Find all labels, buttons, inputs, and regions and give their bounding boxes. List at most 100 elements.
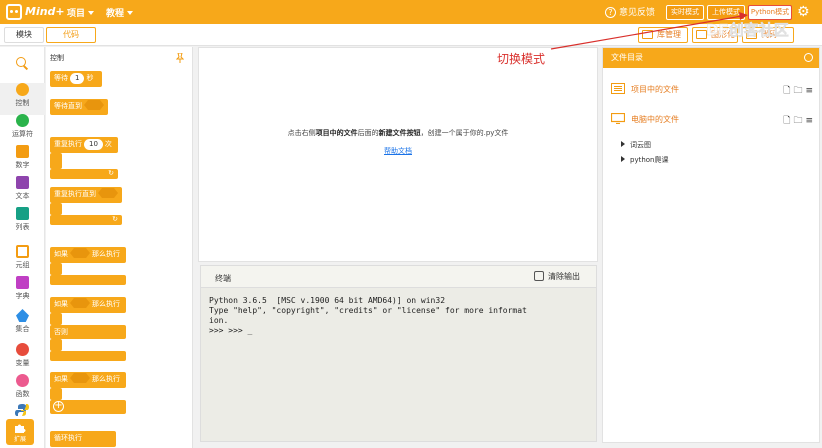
terminal-output[interactable]: Python 3.6.5 [MSC v.1900 64 bit AMD64)] … — [209, 296, 589, 336]
broom-icon — [534, 271, 544, 281]
library-manager-label: 库管理 — [657, 30, 681, 39]
block-forever[interactable]: 循环执行 — [50, 431, 116, 447]
block-if-else-foot — [50, 351, 126, 361]
code-editor[interactable]: 点击右侧项目中的文件后面的新建文件按钮，创建一个属于你的.py文件 帮助文档 — [198, 47, 598, 262]
operators-category-icon — [16, 114, 29, 127]
hint-text: 点击右侧 — [287, 129, 316, 137]
loop-arrow-icon: ↻ — [108, 169, 114, 177]
file-directory-header: 文件目录 — [603, 48, 819, 68]
block-repeat-until[interactable]: 重复执行直到 — [50, 187, 122, 203]
tree-item-label: python爬课 — [630, 156, 669, 164]
tree-item-wordcloud[interactable]: 词云图 — [621, 140, 651, 150]
number-category-icon — [16, 145, 29, 158]
category-label: 变量 — [15, 359, 30, 367]
help-doc-link[interactable]: 帮助文档 — [199, 146, 597, 156]
feedback-label: 意见反馈 — [619, 8, 656, 18]
chevron-down-icon — [127, 11, 134, 15]
computer-files-section[interactable]: 电脑中的文件 🗋🗀≡ — [611, 112, 816, 128]
hint-text: 后面的 — [357, 129, 379, 137]
boolean-slot — [70, 298, 90, 308]
block-repeat-until-arm — [50, 203, 62, 215]
computer-files-actions: 🗋🗀≡ — [783, 113, 816, 129]
block-palette: 控制 等待 1 秒 等待直到 重复执行 10 次 ↻ 重复执行直到 ↻ 如果 那么执行 如… — [46, 47, 193, 448]
block-if-else-arm-2 — [50, 339, 62, 351]
set-category-icon — [16, 309, 29, 322]
tree-item-python-course[interactable]: python爬课 — [621, 155, 669, 165]
block-repeat-label: 重复执行 — [54, 140, 82, 148]
block-repeat-value[interactable]: 10 — [84, 139, 103, 150]
block-if-then-else[interactable]: 如果 那么执行 — [50, 297, 126, 313]
block-repeat[interactable]: 重复执行 10 次 — [50, 137, 118, 153]
new-file-icon[interactable]: 🗋 — [783, 116, 793, 126]
watermark-text: DF创客社区 — [706, 21, 789, 39]
block-if-then[interactable]: 如果 那么执行 — [50, 247, 126, 263]
category-label: 控制 — [15, 99, 30, 107]
block-else-label: 否则 — [54, 328, 68, 336]
search-icon[interactable] — [16, 57, 26, 67]
block-then-label: 那么执行 — [92, 375, 120, 383]
category-tuple[interactable]: 元组 — [0, 245, 45, 277]
library-manager-button[interactable]: 库管理 — [638, 27, 688, 43]
block-if-then-2[interactable]: 如果 那么执行 — [50, 372, 126, 388]
category-dict[interactable]: 字典 — [0, 276, 45, 308]
category-text[interactable]: 文本 — [0, 176, 45, 208]
tab-code[interactable]: 代码 — [46, 27, 96, 43]
extensions-label: 扩展 — [13, 436, 26, 443]
add-plus-icon[interactable]: + — [53, 401, 64, 412]
tree-item-label: 词云图 — [630, 141, 651, 149]
new-folder-icon[interactable]: 🗀 — [793, 86, 805, 96]
app-logo[interactable]: Mind+ — [6, 4, 66, 20]
menu-project[interactable]: 项目 — [67, 6, 95, 19]
block-else-row: 否则 — [50, 325, 126, 339]
boolean-slot — [98, 188, 118, 198]
category-function[interactable]: 函数 — [0, 374, 45, 406]
project-files-actions: 🗋🗀≡ — [783, 83, 816, 99]
question-icon: ? — [605, 7, 616, 18]
category-label: 元组 — [15, 261, 30, 269]
python-icon — [15, 404, 29, 416]
text-category-icon — [16, 176, 29, 189]
editor-hint: 点击右侧项目中的文件后面的新建文件按钮，创建一个属于你的.py文件 — [199, 128, 597, 138]
feedback-link[interactable]: ? 意见反馈 — [605, 5, 655, 18]
block-if-arm — [50, 263, 62, 275]
menu-tutorial[interactable]: 教程 — [106, 6, 134, 19]
project-files-label: 项目中的文件 — [631, 85, 679, 94]
category-variable[interactable]: 变量 — [0, 343, 45, 375]
block-if-foot-2: + — [50, 400, 126, 414]
block-wait[interactable]: 等待 1 秒 — [50, 71, 102, 87]
category-control[interactable]: 控制 — [0, 83, 45, 115]
terminal-panel: 终端 清除输出 Python 3.6.5 [MSC v.1900 64 bit … — [200, 265, 597, 442]
clear-output-button[interactable]: 清除输出 — [534, 271, 580, 282]
category-label: 列表 — [15, 223, 30, 231]
extensions-button[interactable]: 扩展 — [6, 419, 34, 445]
menu-icon[interactable]: ≡ — [805, 86, 816, 96]
robot-logo-icon — [6, 4, 22, 20]
puzzle-icon — [15, 424, 26, 433]
block-wait-until-label: 等待直到 — [54, 102, 82, 110]
list-category-icon — [16, 207, 29, 220]
menu-icon[interactable]: ≡ — [805, 116, 816, 126]
block-if-foot — [50, 275, 126, 285]
settings-icon[interactable] — [804, 53, 813, 62]
category-set[interactable]: 集合 — [0, 309, 45, 341]
pin-icon[interactable] — [176, 53, 184, 63]
menu-project-label: 项目 — [67, 9, 86, 19]
chevron-down-icon — [88, 11, 95, 15]
category-label: 函数 — [15, 390, 30, 398]
block-wait-label: 等待 — [54, 74, 68, 82]
block-if-arm-2 — [50, 388, 62, 400]
block-wait-unit: 秒 — [86, 74, 94, 82]
block-wait-until[interactable]: 等待直到 — [50, 99, 108, 115]
new-file-icon[interactable]: 🗋 — [783, 86, 793, 96]
tab-blocks[interactable]: 模块 — [4, 27, 44, 43]
project-files-section[interactable]: 项目中的文件 🗋🗀≡ — [611, 82, 816, 98]
category-operators[interactable]: 运算符 — [0, 114, 45, 146]
category-label: 字典 — [15, 292, 30, 300]
block-wait-value[interactable]: 1 — [70, 73, 85, 84]
category-list[interactable]: 列表 — [0, 207, 45, 239]
category-sidebar: 控制 运算符 数字 文本 列表 元组 字典 集合 变量 函数 扩展 — [0, 47, 45, 448]
new-folder-icon[interactable]: 🗀 — [793, 116, 805, 126]
category-number[interactable]: 数字 — [0, 145, 45, 177]
category-label: 运算符 — [12, 130, 33, 138]
block-repeat-until-foot: ↻ — [50, 215, 122, 225]
